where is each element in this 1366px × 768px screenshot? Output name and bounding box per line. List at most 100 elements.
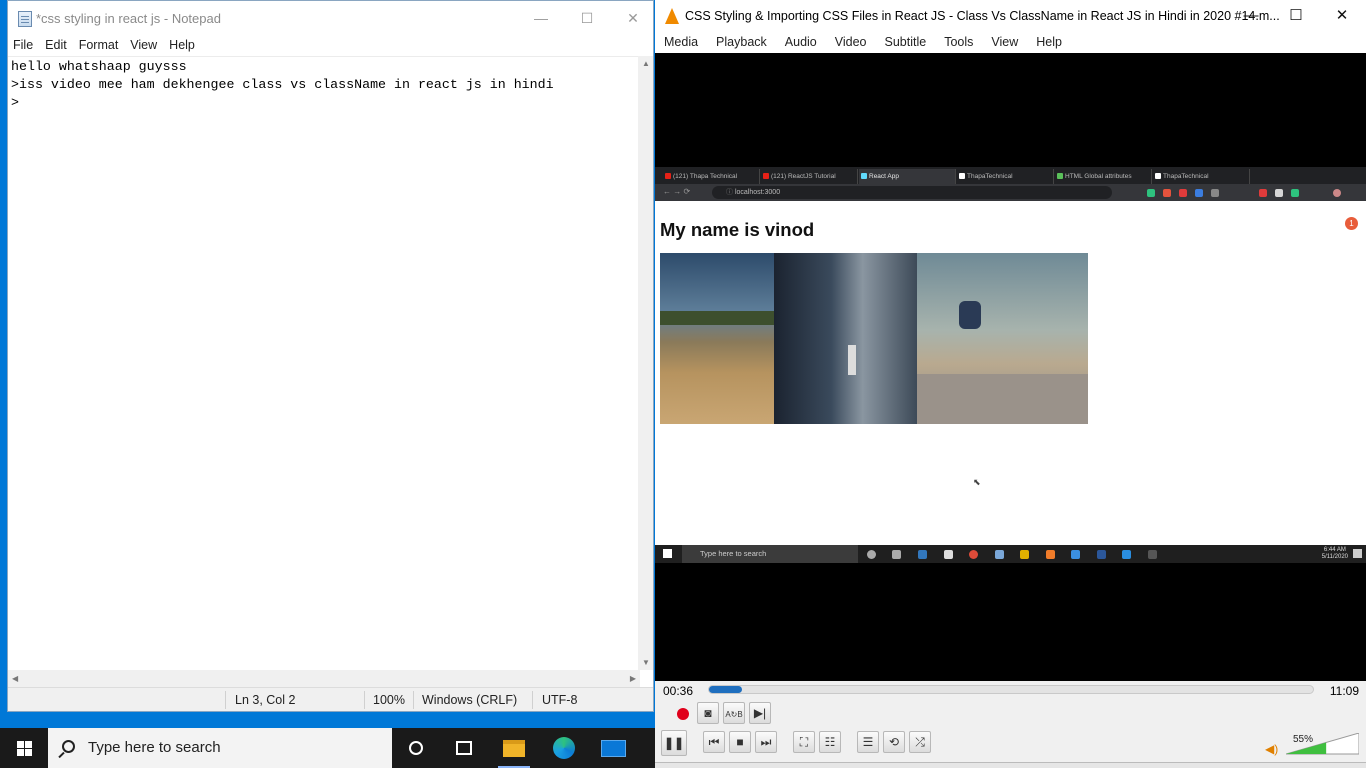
browser-tab: (121) Thapa Technical (663, 169, 760, 184)
scroll-right-icon[interactable]: ▶ (630, 674, 636, 683)
previous-button[interactable]: ⏮ (703, 731, 725, 753)
snapshot-button[interactable]: ◙ (697, 702, 719, 724)
browser-tab: ThapaTechnical (1153, 169, 1250, 184)
scroll-left-icon[interactable]: ◀ (12, 674, 18, 683)
tree-line (660, 311, 774, 325)
edge-button[interactable] (540, 728, 588, 768)
browser-tab-label: ThapaTechnical (967, 173, 1013, 180)
playlist-icon: ☰ (862, 735, 874, 749)
browser-tab-active: React App (859, 169, 956, 184)
mdn-icon (1057, 173, 1063, 179)
minimize-icon[interactable]: — (1228, 0, 1274, 32)
minimize-icon[interactable]: — (518, 1, 564, 35)
maximize-icon[interactable]: ☐ (1273, 0, 1319, 32)
line-ending: Windows (CRLF) (422, 693, 518, 707)
browser-tab-strip: (121) Thapa Technical (121) ReactJS Tuto… (655, 167, 1366, 184)
close-icon[interactable]: ✕ (610, 1, 656, 35)
vscode-icon (1122, 550, 1131, 559)
notepad-titlebar: *css styling in react js - Notepad — ☐ ✕ (8, 1, 653, 35)
terminal-icon (1148, 550, 1157, 559)
menu-media[interactable]: Media (655, 32, 698, 52)
skateboarder-photo (917, 253, 1088, 424)
taskbar-search-placeholder: Type here to search (88, 739, 221, 756)
next-icon: ⏭ (760, 735, 772, 749)
notepad-app-icon (18, 11, 32, 27)
cursor-position: Ln 3, Col 2 (235, 693, 296, 707)
status-divider (364, 691, 365, 709)
back-arrow-icon: ← → ⟳ (663, 187, 691, 196)
notepad-text-area[interactable]: hello whatshaap guysss >iss video mee ha… (8, 56, 640, 670)
notepad-title: *css styling in react js - Notepad (36, 11, 221, 26)
browser-tab: (121) ReactJS Tutorial (761, 169, 858, 184)
equalizer-icon: ☷ (824, 735, 836, 749)
menu-view[interactable]: View (124, 35, 163, 55)
status-divider (225, 691, 226, 709)
mail-icon (601, 740, 626, 757)
scroll-down-icon[interactable]: ▼ (642, 658, 650, 667)
menu-audio[interactable]: Audio (776, 32, 817, 52)
menu-edit[interactable]: Edit (39, 35, 73, 55)
scroll-up-icon[interactable]: ▲ (642, 59, 650, 68)
loop-icon: ⟲ (888, 735, 900, 749)
frame-step-button[interactable]: ▶| (749, 702, 771, 724)
menu-help[interactable]: Help (1027, 32, 1062, 52)
playlist-button[interactable]: ☰ (857, 731, 879, 753)
pause-button[interactable]: ❚❚ (661, 730, 687, 756)
page-icon (959, 173, 965, 179)
taskbar-search-box[interactable]: Type here to search (48, 728, 392, 768)
shuffle-button[interactable]: ⤮ (909, 731, 931, 753)
mail-button[interactable] (589, 728, 637, 768)
loop-ab-button[interactable]: A↻B (723, 702, 745, 724)
extension-icon (1211, 189, 1219, 197)
file-explorer-button[interactable] (490, 728, 538, 768)
menu-help[interactable]: Help (163, 35, 201, 55)
app-icon (1071, 550, 1080, 559)
volume-percent: 55% (1293, 734, 1314, 745)
notepad-statusbar: Ln 3, Col 2 100% Windows (CRLF) UTF-8 (8, 687, 653, 711)
video-area[interactable]: (121) Thapa Technical (121) ReactJS Tuto… (655, 53, 1366, 681)
cortana-button[interactable] (392, 728, 440, 768)
task-view-button[interactable] (440, 728, 488, 768)
menu-view[interactable]: View (982, 32, 1018, 52)
browser-tab: HTML Global attributes (1055, 169, 1152, 184)
fullscreen-button[interactable]: ⛶ (793, 731, 815, 753)
page-icon (1155, 173, 1161, 179)
windows-logo-icon (663, 549, 672, 558)
shuffle-icon: ⤮ (915, 735, 925, 749)
menu-playback[interactable]: Playback (707, 32, 767, 52)
record-button[interactable] (671, 702, 693, 724)
loop-button[interactable]: ⟲ (883, 731, 905, 753)
notification-icon (1353, 549, 1362, 558)
stop-icon: ■ (736, 735, 744, 749)
vlc-window: CSS Styling & Importing CSS Files in Rea… (655, 0, 1366, 768)
vertical-scrollbar[interactable]: ▲ ▼ (638, 56, 653, 670)
browser-url: localhost:3000 (734, 189, 781, 196)
maximize-icon[interactable]: ☐ (564, 1, 610, 35)
menu-subtitle[interactable]: Subtitle (876, 32, 927, 52)
stop-button[interactable]: ■ (729, 731, 751, 753)
record-icon (677, 708, 689, 720)
vlc-menubar: Media Playback Audio Video Subtitle Tools View… (655, 32, 1366, 53)
extension-icon (1275, 189, 1283, 197)
seek-bar[interactable] (708, 685, 1314, 694)
video-taskbar-search: Type here to search (682, 545, 858, 563)
extension-icon (1259, 189, 1267, 197)
menu-video[interactable]: Video (826, 32, 867, 52)
menu-tools[interactable]: Tools (935, 32, 973, 52)
speaker-icon[interactable]: ◀) (1265, 742, 1278, 756)
time-elapsed: 00:36 (663, 684, 694, 698)
next-button[interactable]: ⏭ (755, 731, 777, 753)
browser-address-row: ← → ⟳ ⓘ localhost:3000 (655, 184, 1366, 201)
seek-row: 00:36 11:09 (655, 681, 1366, 699)
horizontal-scrollbar[interactable]: ◀ ▶ (8, 670, 640, 687)
skater-figure (959, 301, 981, 329)
edge-icon (918, 550, 927, 559)
close-icon[interactable]: ✕ (1319, 0, 1365, 32)
app-icon (1046, 550, 1055, 559)
extended-settings-button[interactable]: ☷ (819, 731, 841, 753)
vlc-cone-icon (665, 8, 679, 24)
menu-format[interactable]: Format (73, 35, 125, 55)
menu-file[interactable]: File (7, 35, 39, 55)
zoom-level: 100% (373, 693, 405, 707)
start-button[interactable] (0, 728, 48, 768)
